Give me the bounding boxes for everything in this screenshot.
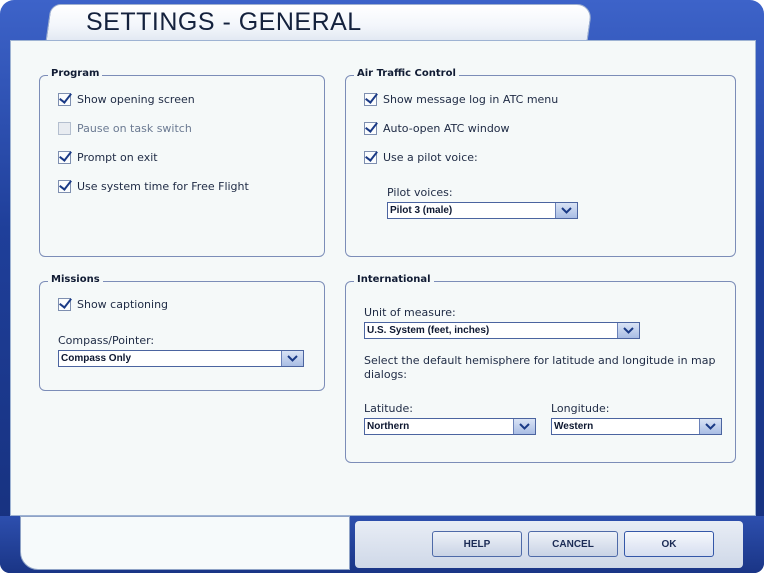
chevron-down-icon[interactable] <box>513 419 535 434</box>
show-opening-screen-checkbox[interactable]: Show opening screen <box>58 93 195 106</box>
pilot-voices-value: Pilot 3 (male) <box>390 205 453 216</box>
use-pilot-voice-checkbox[interactable]: Use a pilot voice: <box>364 151 478 164</box>
window-title: SETTINGS - GENERAL <box>86 8 362 36</box>
checkbox-icon[interactable] <box>364 122 377 135</box>
prompt-on-exit-checkbox[interactable]: Prompt on exit <box>58 151 158 164</box>
settings-content: Program Show opening screen Pause on tas… <box>10 40 756 516</box>
program-group-title: Program <box>48 68 103 79</box>
missions-group-title: Missions <box>48 274 103 285</box>
compass-pointer-value: Compass Only <box>61 353 132 364</box>
unit-of-measure-value: U.S. System (feet, inches) <box>367 325 490 336</box>
show-opening-screen-label: Show opening screen <box>77 93 195 106</box>
pilot-voices-dropdown[interactable]: Pilot 3 (male) <box>387 202 578 219</box>
latitude-dropdown[interactable]: Northern <box>364 418 536 435</box>
pause-on-task-switch-label: Pause on task switch <box>77 122 192 135</box>
pilot-voices-label: Pilot voices: <box>387 186 453 199</box>
use-system-time-checkbox[interactable]: Use system time for Free Flight <box>58 180 249 193</box>
checkbox-icon[interactable] <box>58 298 71 311</box>
use-system-time-label: Use system time for Free Flight <box>77 180 249 193</box>
auto-open-atc-label: Auto-open ATC window <box>383 122 510 135</box>
chevron-down-icon[interactable] <box>555 203 577 218</box>
show-message-log-label: Show message log in ATC menu <box>383 93 559 106</box>
checkbox-icon[interactable] <box>58 151 71 164</box>
ok-button[interactable]: OK <box>624 531 714 557</box>
compass-pointer-label: Compass/Pointer: <box>58 334 155 347</box>
unit-of-measure-dropdown[interactable]: U.S. System (feet, inches) <box>364 322 640 339</box>
cancel-button[interactable]: CANCEL <box>528 531 618 557</box>
chevron-down-icon[interactable] <box>699 419 721 434</box>
missions-group: Missions Show captioning Compass/Pointer… <box>39 274 325 391</box>
show-captioning-checkbox[interactable]: Show captioning <box>58 298 168 311</box>
program-group: Program Show opening screen Pause on tas… <box>39 68 325 257</box>
prompt-on-exit-label: Prompt on exit <box>77 151 158 164</box>
atc-group-title: Air Traffic Control <box>354 68 459 79</box>
show-captioning-label: Show captioning <box>77 298 169 311</box>
compass-pointer-dropdown[interactable]: Compass Only <box>58 350 304 367</box>
status-box <box>20 516 350 570</box>
hemisphere-description: Select the default hemisphere for latitu… <box>364 354 716 381</box>
pause-on-task-switch-checkbox[interactable]: Pause on task switch <box>58 122 192 135</box>
chevron-down-icon[interactable] <box>617 323 639 338</box>
auto-open-atc-checkbox[interactable]: Auto-open ATC window <box>364 122 510 135</box>
checkbox-icon[interactable] <box>364 151 377 164</box>
latitude-label: Latitude: <box>364 402 413 415</box>
international-group-title: International <box>354 274 434 285</box>
checkbox-icon[interactable] <box>58 93 71 106</box>
checkbox-icon[interactable] <box>58 180 71 193</box>
latitude-value: Northern <box>367 421 410 432</box>
checkbox-icon[interactable] <box>364 93 377 106</box>
use-pilot-voice-label: Use a pilot voice: <box>383 151 478 164</box>
chevron-down-icon[interactable] <box>281 351 303 366</box>
longitude-dropdown[interactable]: Western <box>551 418 722 435</box>
international-group: International Unit of measure: U.S. Syst… <box>345 274 736 463</box>
unit-of-measure-label: Unit of measure: <box>364 306 456 319</box>
help-button[interactable]: HELP <box>432 531 522 557</box>
atc-group: Air Traffic Control Show message log in … <box>345 68 736 257</box>
show-message-log-checkbox[interactable]: Show message log in ATC menu <box>364 93 558 106</box>
checkbox-icon[interactable] <box>58 122 71 135</box>
longitude-label: Longitude: <box>551 402 610 415</box>
longitude-value: Western <box>554 421 594 432</box>
